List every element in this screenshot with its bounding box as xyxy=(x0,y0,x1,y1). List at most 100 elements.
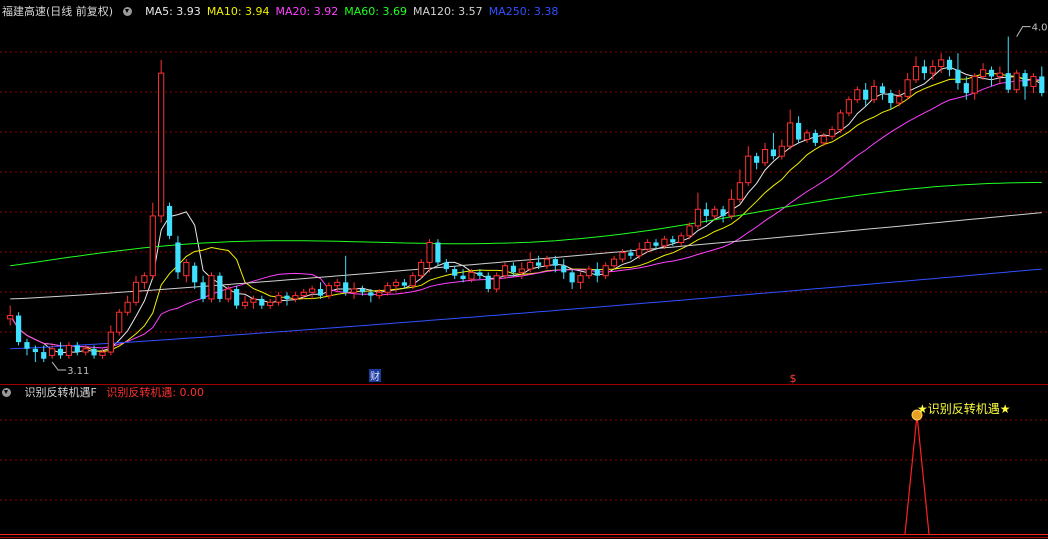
candle-body xyxy=(74,345,80,353)
candle-body xyxy=(132,281,140,303)
candle xyxy=(124,295,131,316)
candle xyxy=(754,152,760,170)
candle xyxy=(493,272,500,293)
candle xyxy=(678,232,685,246)
candle-body xyxy=(24,342,30,349)
candle-body xyxy=(1030,75,1037,87)
candle-body xyxy=(368,292,374,296)
candle-body xyxy=(57,348,64,356)
candle xyxy=(694,192,702,230)
candle-body xyxy=(577,275,584,283)
candle-body xyxy=(955,69,961,84)
candle xyxy=(904,73,911,100)
candle-body xyxy=(518,268,525,273)
candle-body xyxy=(845,99,853,114)
candle-body xyxy=(754,156,760,163)
indicator-signal-line xyxy=(904,414,930,535)
candle xyxy=(192,262,198,289)
annotation-label: 4.09 xyxy=(1032,23,1048,34)
candle xyxy=(24,338,30,356)
candle-body xyxy=(912,65,920,81)
signal-label: ★识别反转机遇★ xyxy=(917,401,1011,416)
candle-body xyxy=(259,298,265,306)
ma-legend: MA5: 3.93 MA10: 3.94 MA20: 3.92 MA60: 3.69 M… xyxy=(145,5,564,18)
candle-body xyxy=(879,86,886,94)
chart-title: 福建高速(日线 前复权) xyxy=(2,5,114,18)
candle-body xyxy=(359,288,366,293)
indicator-panel: ★识别反转机遇★ xyxy=(0,401,1048,535)
candle-body xyxy=(979,69,987,77)
candle-body xyxy=(552,259,558,266)
candle-body xyxy=(435,242,441,263)
candle xyxy=(49,345,56,359)
candle-body xyxy=(376,291,383,297)
candle xyxy=(149,202,156,280)
candle-body xyxy=(234,288,240,306)
candle xyxy=(166,202,173,240)
candle xyxy=(241,295,249,309)
candle xyxy=(561,259,567,280)
ma-legend-item: MA60: 3.69 xyxy=(344,5,407,18)
candle-body xyxy=(761,149,769,164)
settings-dropdown-icon[interactable] xyxy=(122,5,136,18)
candle-body xyxy=(107,331,114,353)
candle-body xyxy=(401,282,407,286)
candle xyxy=(636,242,643,260)
ma-line-20 xyxy=(9,79,1042,349)
candle-body xyxy=(275,295,282,303)
candle-body xyxy=(946,59,953,70)
candle-body xyxy=(183,261,190,277)
candle xyxy=(736,169,743,203)
candle xyxy=(141,272,148,289)
candle-body xyxy=(888,93,894,104)
candle-body xyxy=(292,295,299,300)
candle-body xyxy=(585,268,593,277)
candle-body xyxy=(770,149,777,157)
candle-body xyxy=(745,155,752,184)
candle-body xyxy=(602,265,609,277)
moving-average-lines xyxy=(9,66,1043,354)
candle xyxy=(745,146,752,187)
candle-body xyxy=(124,301,131,313)
candle-body xyxy=(485,275,491,289)
candle xyxy=(888,89,894,110)
candle-body xyxy=(300,291,307,297)
indicator-name: 识别反转机遇F xyxy=(24,386,97,399)
candle-body xyxy=(175,242,181,273)
ma-line-5 xyxy=(9,66,1043,354)
candle-body xyxy=(619,251,626,260)
candle xyxy=(234,285,240,309)
candle xyxy=(845,96,853,117)
candle xyxy=(912,56,920,84)
candle xyxy=(870,79,878,104)
candle-body xyxy=(91,348,97,356)
candle-body xyxy=(317,288,324,296)
candle-body xyxy=(803,132,811,141)
candle-body xyxy=(535,262,542,266)
candle xyxy=(183,259,190,283)
annotation-label: 3.11 xyxy=(67,366,89,377)
candle xyxy=(200,275,206,303)
candle-body xyxy=(829,129,836,137)
candle xyxy=(443,259,449,273)
candle xyxy=(863,83,869,107)
candle xyxy=(65,342,73,359)
ma-legend-item: MA20: 3.92 xyxy=(275,5,339,18)
candle-body xyxy=(343,282,349,293)
candle-body xyxy=(7,315,14,320)
candle-body xyxy=(569,272,575,283)
candle xyxy=(837,109,844,133)
indicator-dropdown-icon[interactable] xyxy=(2,386,15,399)
candle xyxy=(317,282,324,299)
candle xyxy=(711,205,718,220)
annotation-leader xyxy=(51,361,67,371)
main-chart-header: 福建高速(日线 前复权) MA5: 3.93 MA10: 3.94 MA20: 3.… xyxy=(2,4,570,20)
candle xyxy=(1013,69,1020,94)
candle xyxy=(1005,36,1011,94)
candle-body xyxy=(720,209,726,216)
candle xyxy=(435,239,441,266)
candle-body xyxy=(527,261,534,270)
candle-body xyxy=(477,272,483,276)
candle-body xyxy=(896,95,903,104)
candle-body xyxy=(141,275,148,283)
